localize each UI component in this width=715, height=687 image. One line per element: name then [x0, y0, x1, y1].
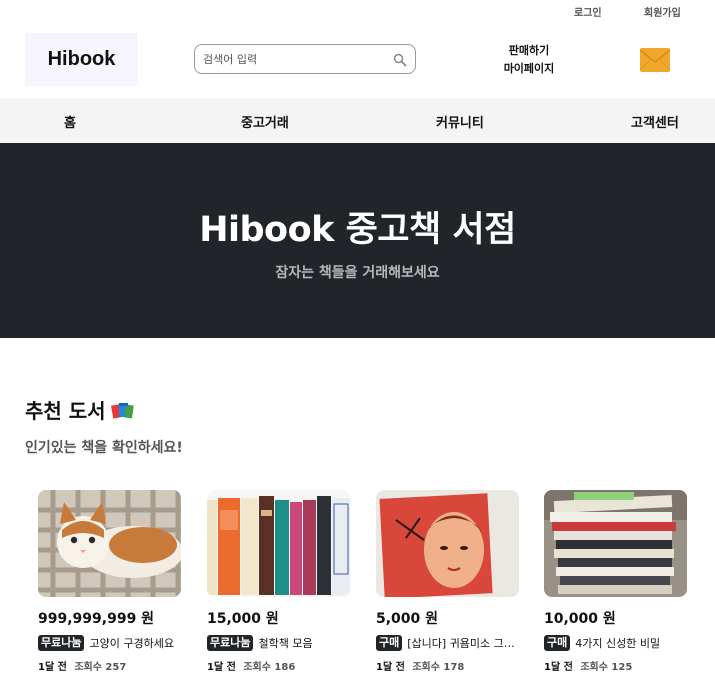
product-image-cat — [38, 490, 181, 597]
product-card[interactable]: 5,000 원 구매 [삽니다] 귀욤미소 그림책 1달 전 조회수 178 — [376, 490, 519, 673]
hero-subtitle: 잠자는 책들을 거래해보세요 — [275, 265, 440, 281]
product-image-book-stack — [544, 490, 687, 597]
section-title-text: 추천 도서 — [25, 399, 106, 423]
section-title: 추천 도서 — [25, 395, 136, 424]
search-bar — [194, 44, 416, 74]
product-time: 1달 전 — [38, 662, 67, 673]
product-views: 조회수 125 — [580, 662, 633, 673]
sell-button[interactable]: 판매하기 — [497, 42, 561, 60]
books-icon — [110, 399, 136, 421]
nav-community[interactable]: 커뮤니티 — [436, 112, 484, 131]
hero-title: Hibook 중고책 서점 — [199, 210, 516, 250]
login-link[interactable]: 로그인 — [574, 4, 602, 19]
product-image-books — [207, 490, 350, 597]
product-price: 5,000 원 — [376, 611, 439, 627]
product-title: 4가지 신성한 비밀 — [575, 637, 661, 650]
search-input[interactable] — [203, 52, 393, 66]
signup-link[interactable]: 회원가입 — [644, 4, 681, 19]
product-time: 1달 전 — [376, 662, 405, 673]
status-badge: 무료나눔 — [38, 635, 85, 651]
product-title: 고양이 구경하세요 — [89, 637, 174, 650]
product-image-picture-book — [376, 490, 519, 597]
utility-links: 로그인 회원가입 — [0, 4, 715, 19]
nav-home[interactable]: 홈 — [64, 112, 76, 131]
header-actions: 판매하기 마이페이지 — [497, 42, 561, 78]
logo[interactable]: Hibook — [25, 33, 138, 86]
product-price: 15,000 원 — [207, 611, 279, 627]
product-title: 철학책 모음 — [258, 637, 313, 650]
main-nav: 홈 중고거래 커뮤니티 고객센터 — [0, 98, 715, 143]
section-subtitle: 인기있는 책을 확인하세요! — [25, 440, 183, 456]
product-time: 1달 전 — [544, 662, 573, 673]
status-badge: 구매 — [376, 635, 403, 651]
nav-customer-center[interactable]: 고객센터 — [631, 112, 679, 131]
mail-icon[interactable] — [639, 48, 671, 72]
nav-used-trade[interactable]: 중고거래 — [241, 112, 289, 131]
status-badge: 구매 — [544, 635, 571, 651]
product-price: 999,999,999 원 — [38, 611, 155, 627]
product-views: 조회수 186 — [243, 662, 296, 673]
product-title: [삽니다] 귀욤미소 그림책 — [407, 637, 519, 650]
logo-text: Hibook — [47, 48, 116, 70]
product-views: 조회수 178 — [412, 662, 465, 673]
product-card[interactable]: 999,999,999 원 무료나눔 고양이 구경하세요 1달 전 조회수 25… — [38, 490, 181, 673]
product-card[interactable]: 10,000 원 구매 4가지 신성한 비밀 1달 전 조회수 125 — [544, 490, 687, 673]
search-icon[interactable] — [393, 52, 407, 67]
hero-banner: Hibook 중고책 서점 잠자는 책들을 거래해보세요 — [0, 143, 715, 338]
status-badge: 무료나눔 — [207, 635, 254, 651]
product-views: 조회수 257 — [74, 662, 127, 673]
product-time: 1달 전 — [207, 662, 236, 673]
mypage-button[interactable]: 마이페이지 — [497, 60, 561, 78]
product-price: 10,000 원 — [544, 611, 616, 627]
product-card[interactable]: 15,000 원 무료나눔 철학책 모음 1달 전 조회수 186 — [207, 490, 350, 673]
